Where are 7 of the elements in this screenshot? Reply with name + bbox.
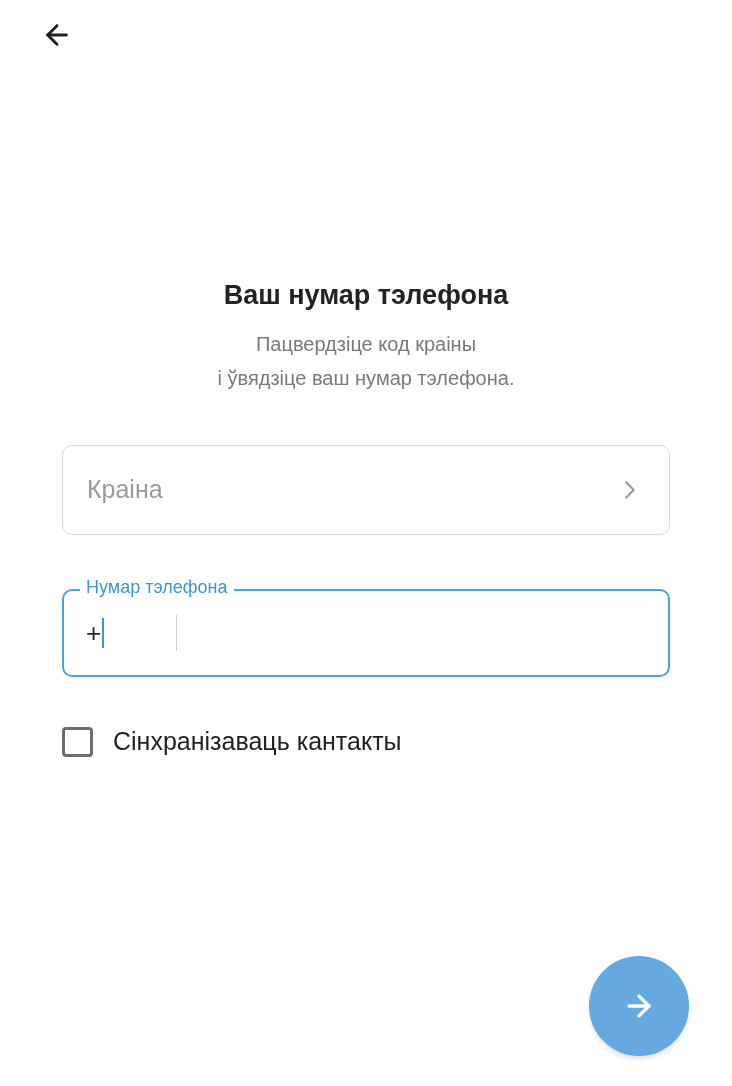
subtitle-line: Пацвердзіце код краіны bbox=[255, 332, 477, 357]
country-placeholder: Краіна bbox=[87, 474, 163, 506]
sync-checkbox[interactable] bbox=[62, 726, 93, 757]
page-title: Ваш нумар тэлефона bbox=[223, 279, 509, 312]
sync-contacts-label: Сінхранізаваць кантакты bbox=[113, 726, 402, 757]
subtitle-line: і ўвядзіце ваш нумар тэлефона. bbox=[217, 366, 515, 391]
country-code: + bbox=[86, 613, 105, 653]
